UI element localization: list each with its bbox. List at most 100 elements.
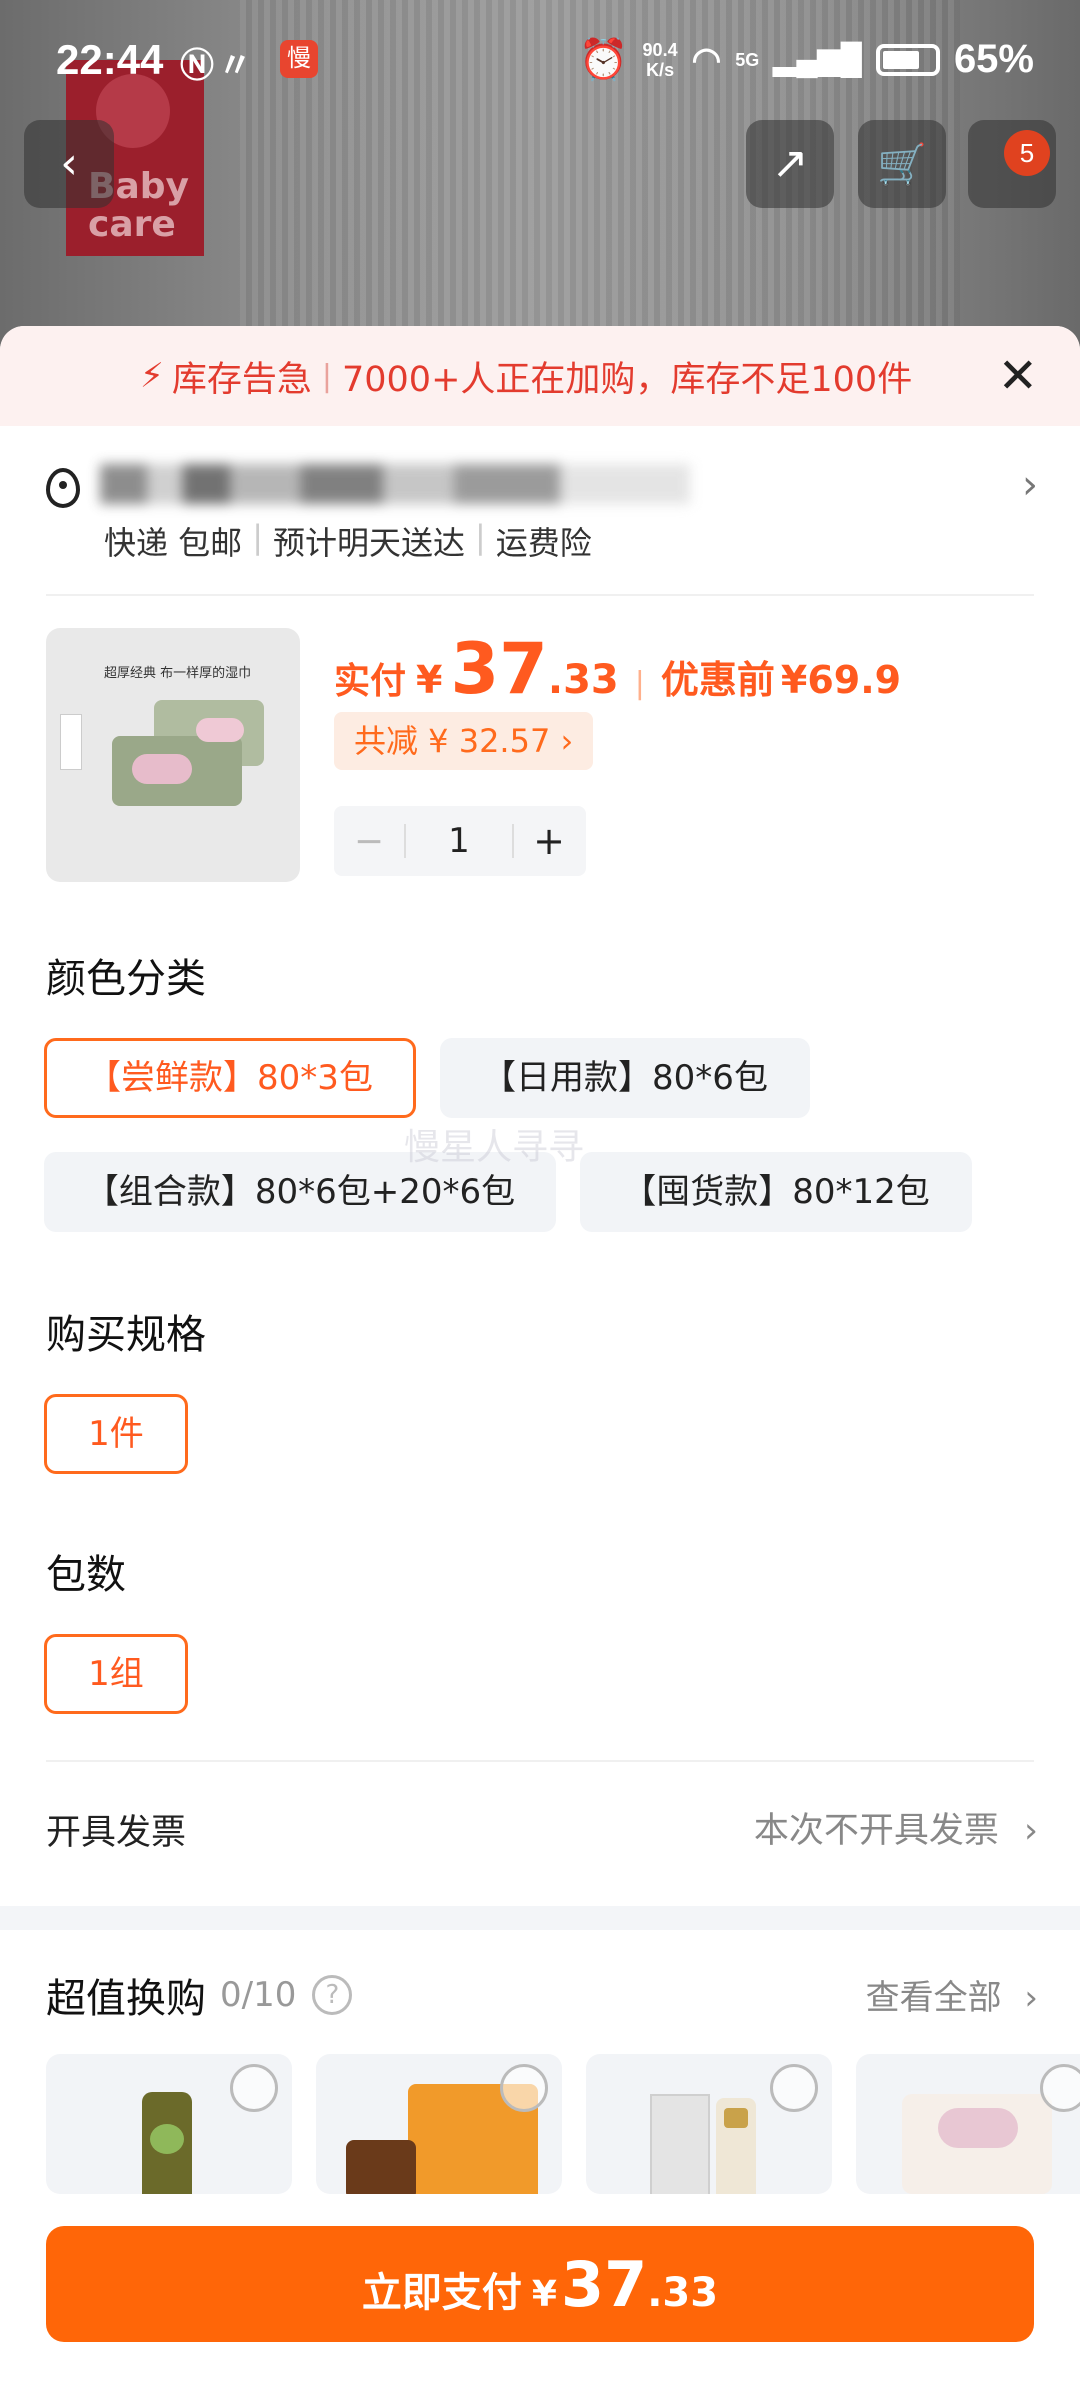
cart-button[interactable]: 🛒 xyxy=(858,120,946,208)
olive-oil-label-image xyxy=(150,2124,184,2154)
location-pin-icon xyxy=(46,468,80,508)
upsell-card-coffee[interactable] xyxy=(316,2054,562,2194)
color-option-daily[interactable]: 【日用款】80*6包 xyxy=(440,1038,810,1118)
section-gap xyxy=(0,1906,1080,1930)
chevron-right-icon: › xyxy=(1022,462,1038,508)
upsell-card-liquor[interactable] xyxy=(586,2054,832,2194)
signal-bars-icon: ▂▄▆█ xyxy=(773,43,862,76)
status-time: 22:44 xyxy=(56,36,164,83)
net-speed-unit: K/s xyxy=(646,59,675,80)
chevron-right-icon: › xyxy=(1024,1811,1038,1851)
alarm-icon: ⏰ xyxy=(578,38,629,82)
product-thumbnail[interactable]: 超厚经典 布一样厚的湿巾 xyxy=(46,628,300,882)
increase-button[interactable]: + xyxy=(514,819,584,863)
nfc-icon: Ⓝ xyxy=(180,47,214,85)
wifi-icon: ◠ xyxy=(691,40,722,79)
price-divider: | xyxy=(634,666,645,701)
delivery-eta: 预计明天送达 xyxy=(272,524,465,562)
select-radio[interactable] xyxy=(230,2064,278,2112)
stock-alert-bar: ⚡ 库存告急 | 7000+人正在加购，库存不足100件 ✕ xyxy=(0,326,1080,426)
price-currency: ¥ xyxy=(416,658,443,702)
delivery-info: 快递 包邮 | 预计明天送达 | 运费险 xyxy=(104,518,592,564)
info-divider: | xyxy=(474,518,486,556)
alert-title: 库存告急 xyxy=(171,359,312,400)
chevron-right-icon: › xyxy=(1024,1978,1038,2018)
spec-section-title: 购买规格 xyxy=(46,1312,206,1358)
thumbnail-tag xyxy=(60,714,82,770)
pay-now-button[interactable]: 立即支付 ¥ 37 .33 xyxy=(46,2226,1034,2342)
price-line: 实付 ¥ 37 .33 | 优惠前 ¥69.9 xyxy=(334,628,901,710)
color-section-title: 颜色分类 xyxy=(46,956,206,1002)
color-option-trial[interactable]: 【尝鲜款】80*3包 xyxy=(44,1038,416,1118)
wipes-pack-lid xyxy=(132,754,192,784)
net-speed-value: 90.4 xyxy=(642,39,678,60)
invoice-selector[interactable]: 本次不开具发票 › xyxy=(754,1802,1038,1853)
price-integer: 37 xyxy=(450,628,548,710)
signal-label: 5G xyxy=(735,49,760,70)
liquor-box-image xyxy=(650,2094,710,2194)
pay-amount-integer: 37 xyxy=(560,2248,648,2321)
divider xyxy=(46,1760,1034,1762)
message-count-badge: 5 xyxy=(1004,130,1050,176)
share-icon: ↗ xyxy=(771,138,809,189)
color-option-stockup[interactable]: 【囤货款】80*12包 xyxy=(580,1152,972,1232)
upsell-header: 超值换购 0/10 ? xyxy=(46,1966,353,2024)
alert-divider: | xyxy=(321,358,332,394)
price-prefix: 实付 xyxy=(334,661,407,702)
quantity-stepper: − 1 + xyxy=(334,806,586,876)
address-redacted xyxy=(100,464,690,504)
invoice-value: 本次不开具发票 xyxy=(753,1811,999,1851)
watermark: 慢星人寻寻 xyxy=(404,1127,585,1168)
coffee-cup-image xyxy=(346,2140,416,2194)
delivery-method: 快递 包邮 xyxy=(104,524,243,562)
decrease-button[interactable]: − xyxy=(334,821,404,862)
alert-bolt-icon: ⚡ xyxy=(140,356,164,396)
bottom-bar: 立即支付 ¥ 37 .33 xyxy=(0,2206,1080,2388)
view-all-link[interactable]: 查看全部 › xyxy=(866,1970,1038,2019)
address-row[interactable]: › 快递 包邮 | 预计明天送达 | 运费险 xyxy=(0,460,1080,562)
original-price: ¥69.9 xyxy=(780,658,902,702)
pay-label: 立即支付 xyxy=(361,2270,522,2316)
pack-option-1[interactable]: 1组 xyxy=(44,1634,188,1714)
pay-currency: ¥ xyxy=(531,2274,557,2315)
net-speed: 90.4 K/s xyxy=(643,40,678,80)
back-icon: ‹ xyxy=(60,138,78,189)
divider xyxy=(46,594,1034,596)
price-decimal: .33 xyxy=(547,657,619,703)
upsell-card-olive-oil[interactable] xyxy=(46,2054,292,2194)
view-all-label: 查看全部 xyxy=(865,1978,1002,2018)
messages-button[interactable]: 5 xyxy=(968,120,1056,208)
alert-message: 7000+人正在加购，库存不足100件 xyxy=(342,359,913,400)
select-radio[interactable] xyxy=(500,2064,548,2112)
upsell-title: 超值换购 xyxy=(46,1976,206,2022)
back-button[interactable]: ‹ xyxy=(24,120,114,208)
original-price-label: 优惠前 xyxy=(660,658,775,702)
liquor-cap-image xyxy=(724,2108,748,2128)
upsell-card-babycare-wipes[interactable] xyxy=(856,2054,1080,2194)
close-icon[interactable]: ✕ xyxy=(998,352,1038,400)
spec-option-1[interactable]: 1件 xyxy=(44,1394,188,1474)
battery-icon xyxy=(875,43,940,76)
share-button[interactable]: ↗ xyxy=(746,120,834,208)
thumbnail-caption: 超厚经典 布一样厚的湿巾 xyxy=(104,666,252,681)
slow-app-icon: 慢 xyxy=(280,40,318,78)
upsell-count: 0/10 xyxy=(220,1975,297,2015)
wipes-cloud-image xyxy=(938,2108,1018,2148)
app-notification-icon: 〃 xyxy=(218,47,252,85)
battery-percent: 65% xyxy=(953,37,1034,81)
sku-selection-sheet: ⚡ 库存告急 | 7000+人正在加购，库存不足100件 ✕ › 快递 包邮 |… xyxy=(0,326,1080,2388)
cart-icon: 🛒 xyxy=(877,142,927,188)
pay-amount-decimal: .33 xyxy=(647,2270,719,2316)
info-divider: | xyxy=(252,518,263,556)
wipes-pack-lid xyxy=(196,718,244,742)
packs-section-title: 包数 xyxy=(46,1552,126,1598)
quantity-value[interactable]: 1 xyxy=(406,821,512,861)
invoice-label: 开具发票 xyxy=(46,1813,187,1853)
select-radio[interactable] xyxy=(770,2064,818,2112)
status-bar: 22:44 Ⓝ 〃 慢 ⏰ 90.4 K/s ◠ 5G ▂▄▆█ 65% xyxy=(0,0,1080,120)
help-icon[interactable]: ? xyxy=(312,1975,353,2015)
shipping-insurance: 运费险 xyxy=(495,524,592,562)
status-right-group: ⏰ 90.4 K/s ◠ 5G ▂▄▆█ 65% xyxy=(579,36,1034,83)
select-radio[interactable] xyxy=(1040,2064,1080,2112)
discount-badge[interactable]: 共减 ¥ 32.57 › xyxy=(334,712,594,770)
